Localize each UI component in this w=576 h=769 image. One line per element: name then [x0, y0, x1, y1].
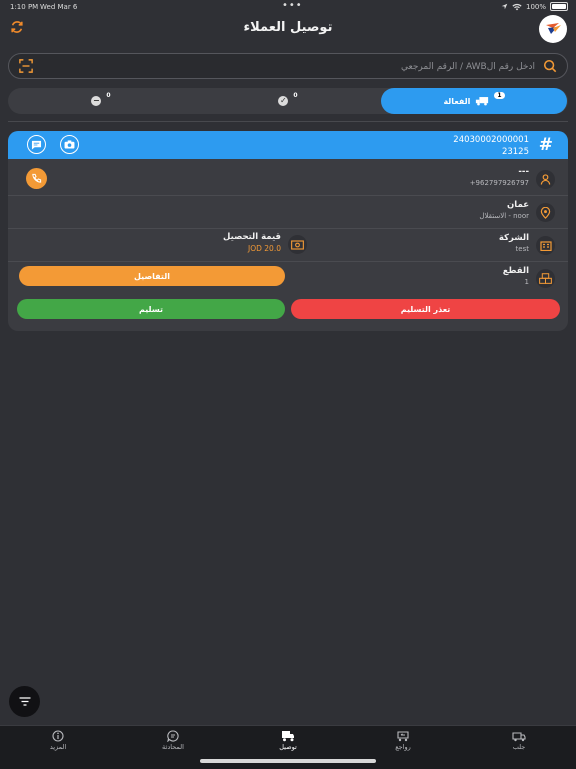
awb-number: 24030002000001 [453, 135, 529, 145]
truck-icon [476, 97, 489, 106]
collection-value: JOD 20.0 [248, 244, 281, 253]
customer-phone: +962797926797 [469, 179, 529, 187]
boxes-icon [536, 269, 555, 288]
status-tabs: الفعالة 1 ✓ 0 − 0 [8, 88, 568, 114]
tabbar-label: توصيل [279, 743, 297, 751]
city: عمان [507, 200, 529, 210]
pieces-label: القطع [502, 266, 529, 276]
building-icon [536, 236, 555, 255]
tabbar-label: جلب [512, 743, 526, 751]
search-icon[interactable] [543, 59, 557, 73]
delivery-failed-button[interactable]: تعذر التسليم [291, 299, 560, 319]
tab-count-badge: 1 [494, 91, 505, 99]
details-button[interactable]: التفاصيل [19, 266, 285, 286]
tab-active[interactable]: الفعالة 1 [381, 88, 567, 114]
tab-failed[interactable]: − 0 [8, 88, 194, 114]
address-row: عمان الاستقلال - noor [8, 196, 568, 229]
tabbar-item-returns[interactable]: رواجع [373, 729, 433, 751]
page-title: توصيل العملاء [243, 20, 333, 35]
collection-info: قيمة التحصيل JOD 20.0 [223, 232, 281, 254]
address-info: عمان الاستقلال - noor [479, 200, 529, 222]
tabbar-label: المحادثة [162, 743, 184, 751]
delivery-truck-icon [258, 729, 318, 743]
tabbar-item-pickup[interactable]: جلب [489, 729, 549, 751]
tab-count: 0 [106, 91, 111, 99]
home-indicator[interactable] [200, 759, 376, 763]
camera-button[interactable] [60, 135, 79, 154]
wifi-icon [512, 3, 522, 10]
filter-icon [19, 697, 30, 706]
area: الاستقلال - noor [479, 212, 529, 220]
tab-count: 0 [293, 91, 298, 99]
company-value: test [515, 245, 529, 253]
battery-icon [550, 2, 568, 11]
pickup-truck-icon [489, 729, 549, 743]
awb-block: 24030002000001 23125 [453, 134, 529, 158]
filter-button[interactable] [9, 686, 40, 717]
chat-icon [143, 729, 203, 743]
tabbar-item-more[interactable]: المزيد [28, 729, 88, 751]
pieces-row: القطع 1 التفاصيل [8, 262, 568, 295]
check-circle-icon: ✓ [278, 96, 289, 106]
company-row: الشركة test قيمة التحصيل JOD 20.0 [8, 229, 568, 262]
reference-number: 23125 [501, 147, 529, 157]
tab-label: الفعالة [443, 96, 471, 106]
location-pin-icon [536, 203, 555, 222]
company-info: الشركة test [499, 233, 529, 255]
company-logo [539, 15, 567, 43]
tabbar-item-chat[interactable]: المحادثة [143, 729, 203, 751]
customer-name: --- [518, 167, 529, 177]
customer-row: --- +962797926797 [8, 163, 568, 196]
pieces-info: القطع 1 [503, 266, 529, 288]
status-date: Wed Mar 6 [40, 3, 78, 11]
barcode-scan-icon[interactable] [19, 59, 33, 73]
multitask-dots-icon[interactable]: ••• [282, 0, 303, 11]
battery-percent: 100% [525, 2, 546, 11]
search-input[interactable] [49, 57, 537, 77]
customer-info: --- +962797926797 [470, 167, 529, 189]
tabbar-item-delivery[interactable]: توصيل [258, 729, 318, 751]
hash-icon: # [538, 135, 553, 155]
search-bar [8, 53, 568, 79]
return-truck-icon [373, 729, 433, 743]
message-icon [31, 140, 42, 150]
tab-completed[interactable]: ✓ 0 [195, 88, 381, 114]
card-header: # 24030002000001 23125 [8, 131, 568, 159]
phone-icon [32, 173, 42, 183]
divider [8, 121, 568, 122]
status-right: 100% [501, 2, 568, 11]
shipment-card[interactable]: # 24030002000001 23125 --- +962797926797… [8, 131, 568, 331]
call-button[interactable] [26, 168, 47, 189]
cash-icon [288, 235, 307, 254]
person-icon [536, 170, 555, 189]
minus-circle-icon: − [91, 96, 102, 106]
tabbar-label: المزيد [49, 743, 67, 751]
location-arrow-icon [501, 3, 508, 10]
company-label: الشركة [498, 233, 529, 243]
info-icon [28, 729, 88, 743]
status-time: 1:10 PM [10, 3, 39, 11]
deliver-button[interactable]: تسليم [17, 299, 285, 319]
tabbar-label: رواجع [395, 743, 411, 751]
pieces-value: 1 [524, 278, 529, 286]
camera-icon [64, 140, 75, 149]
collection-label: قيمة التحصيل [223, 232, 281, 242]
message-button[interactable] [27, 135, 46, 154]
status-bar: 1:10 PM Wed Mar 6 ••• 100% [0, 0, 576, 14]
